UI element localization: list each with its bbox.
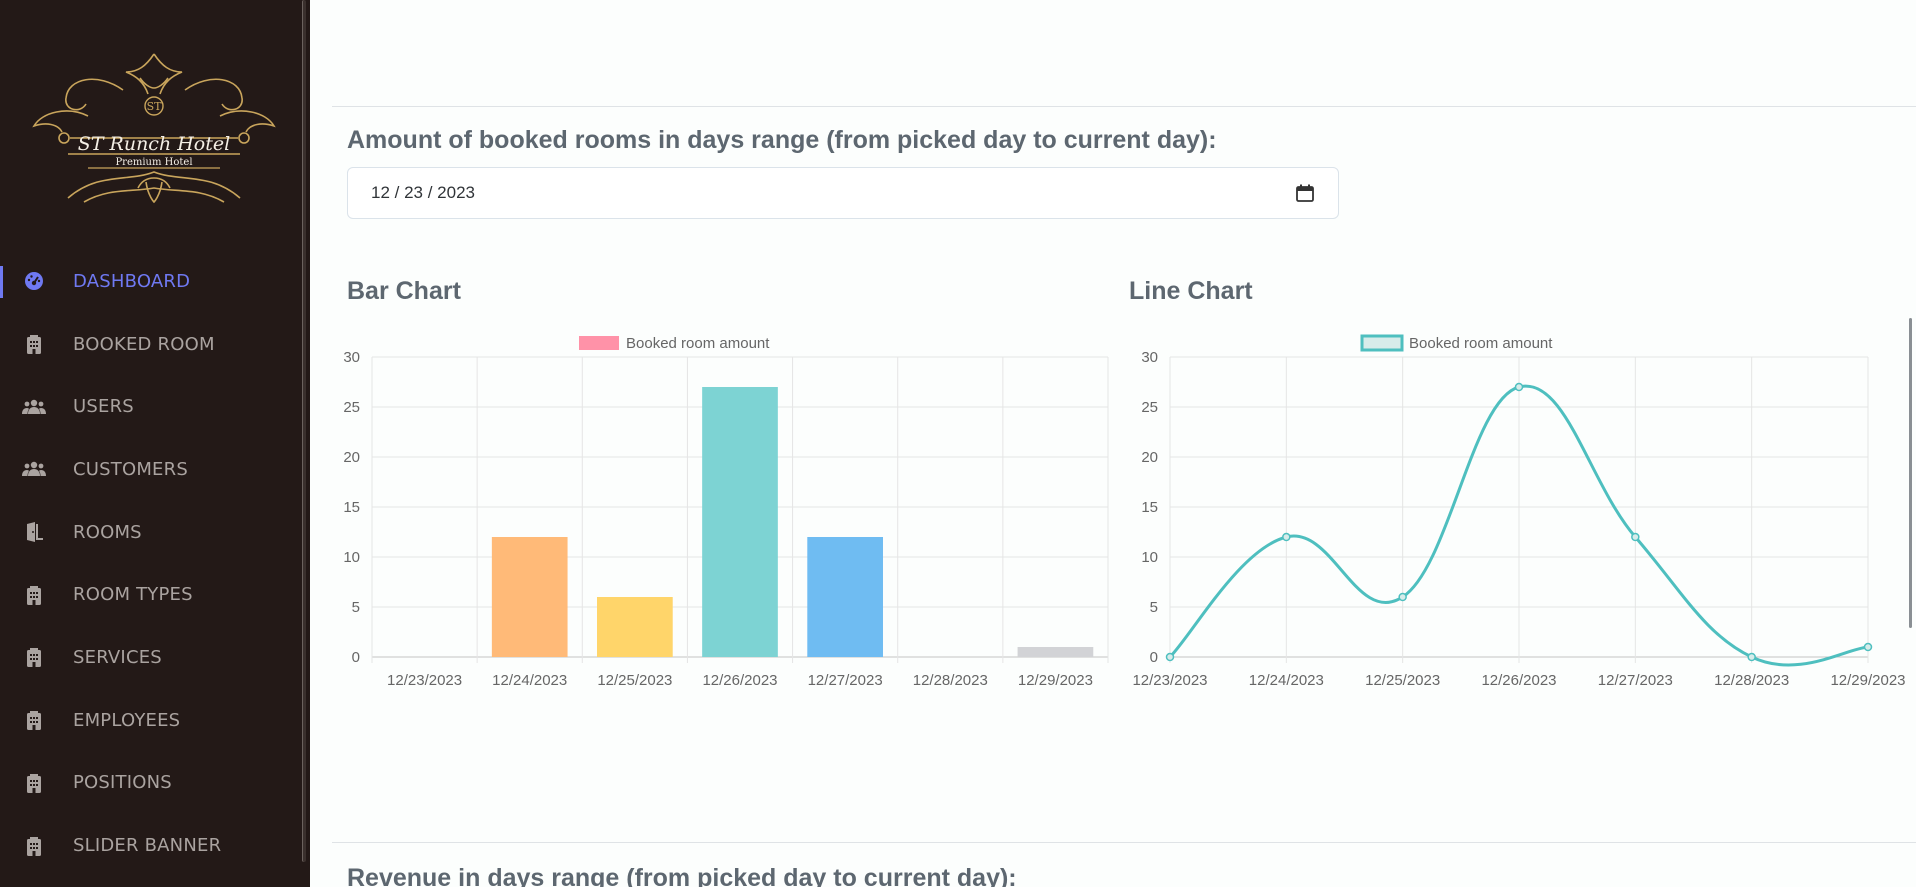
y-tick-label: 5 [352,599,360,616]
divider [332,842,1916,843]
sidebar-item-label: ROOM TYPES [73,584,193,606]
y-tick-label: 20 [343,449,360,466]
sidebar-item-label: CUSTOMERS [73,458,188,480]
sidebar-item-employees[interactable]: EMPLOYEES [0,689,300,752]
hotel-logo[interactable]: ST ST Runch Hotel Premium Hotel [28,50,280,210]
y-tick-label: 25 [1141,399,1158,416]
y-tick-label: 20 [1141,449,1158,466]
x-tick-label: 12/23/2023 [1132,672,1207,689]
line-chart[interactable]: Booked room amount 0 5 10 15 20 25 30 12/23/2023… [1116,316,1908,692]
building-icon [22,583,46,607]
legend-swatch [579,336,619,350]
data-point [1631,532,1640,542]
date-picker-input[interactable]: 12 / 23 / 2023 [347,167,1339,219]
data-point [1165,652,1175,662]
bar [807,537,883,657]
date-value: 12 / 23 / 2023 [371,183,475,202]
legend-label: Booked room amount [626,335,770,352]
data-point [1282,532,1291,542]
sidebar-item-positions[interactable]: POSITIONS [0,752,300,815]
calendar-icon[interactable] [1296,184,1314,207]
x-tick-label: 12/25/2023 [1365,672,1440,689]
legend-label: Booked room amount [1409,335,1553,352]
y-tick-label: 10 [343,549,360,566]
y-tick-label: 15 [1141,499,1158,516]
sidebar-item-label: SLIDER BANNER [73,835,222,857]
y-tick-label: 0 [1150,649,1158,666]
sidebar-item-rooms[interactable]: ROOMS [0,501,300,564]
x-tick-label: 12/28/2023 [913,672,988,689]
bar-chart[interactable]: Booked room amount 0 5 10 15 20 25 30 12/23/2023… [334,316,1114,692]
x-tick-label: 12/24/2023 [492,672,567,689]
bar [491,537,568,657]
sidebar-item-customers[interactable]: CUSTOMERS [0,438,300,501]
x-tick-label: 12/26/2023 [702,672,777,689]
data-point [1863,642,1873,652]
sidebar: ST ST Runch Hotel Premium Hotel DASHBOAR… [0,0,310,887]
sidebar-item-label: EMPLOYEES [73,709,181,731]
y-tick-label: 30 [343,349,360,366]
sidebar-item-services[interactable]: SERVICES [0,626,300,689]
x-tick-label: 12/24/2023 [1249,672,1324,689]
svg-text:ST: ST [147,100,163,113]
svg-text:Premium Hotel: Premium Hotel [115,157,192,168]
y-tick-label: 25 [343,399,360,416]
building-icon [22,771,46,795]
dashboard-icon [22,269,46,293]
x-tick-label: 12/23/2023 [387,672,462,689]
users-icon [22,457,46,481]
legend-swatch [1360,334,1404,352]
x-tick-label: 12/27/2023 [808,672,883,689]
x-tick-label: 12/29/2023 [1830,672,1905,689]
door-icon [22,520,46,544]
sidebar-item-label: BOOKED ROOM [73,333,215,355]
sidebar-item-slider-banner[interactable]: SLIDER BANNER [0,814,300,877]
sidebar-item-label: SERVICES [73,646,162,668]
y-tick-label: 5 [1150,599,1158,616]
sidebar-scrollbar[interactable] [302,0,306,862]
x-tick-label: 12/26/2023 [1481,672,1556,689]
data-point [1747,652,1756,662]
bar [597,597,673,657]
data-point [1514,382,1524,392]
revenue-section-title: Revenue in days range (from picked day t… [347,864,1017,887]
x-tick-label: 12/28/2023 [1714,672,1789,689]
booked-section-title: Amount of booked rooms in days range (fr… [347,126,1217,154]
y-tick-label: 0 [352,649,360,666]
sidebar-item-label: USERS [73,396,134,418]
y-tick-label: 30 [1141,349,1158,366]
sidebar-item-booked-room[interactable]: BOOKED ROOM [0,313,300,376]
page-scrollbar[interactable] [1909,318,1912,628]
x-tick-label: 12/25/2023 [597,672,672,689]
building-icon [22,332,46,356]
users-icon [22,395,46,419]
x-tick-label: 12/27/2023 [1598,672,1673,689]
sidebar-item-label: DASHBOARD [73,270,191,292]
sidebar-item-dashboard[interactable]: DASHBOARD [0,250,300,313]
sidebar-nav: DASHBOARD BOOKED ROOM USERS CUSTOMERS RO… [0,250,300,877]
svg-text:ST Runch Hotel: ST Runch Hotel [78,133,230,155]
building-icon [22,834,46,858]
line-chart-title: Line Chart [1129,277,1253,305]
x-tick-label: 12/29/2023 [1018,672,1093,689]
main-content: Amount of booked rooms in days range (fr… [310,0,1916,887]
sidebar-item-label: POSITIONS [73,772,172,794]
bar [702,387,778,657]
building-icon [22,645,46,669]
sidebar-item-label: ROOMS [73,521,142,543]
divider [332,106,1916,107]
data-point [1398,592,1407,602]
bar [1017,647,1094,657]
bar-chart-title: Bar Chart [347,277,461,305]
y-tick-label: 10 [1141,549,1158,566]
sidebar-item-room-types[interactable]: ROOM TYPES [0,563,300,626]
building-icon [22,708,46,732]
sidebar-item-users[interactable]: USERS [0,375,300,438]
y-tick-label: 15 [343,499,360,516]
